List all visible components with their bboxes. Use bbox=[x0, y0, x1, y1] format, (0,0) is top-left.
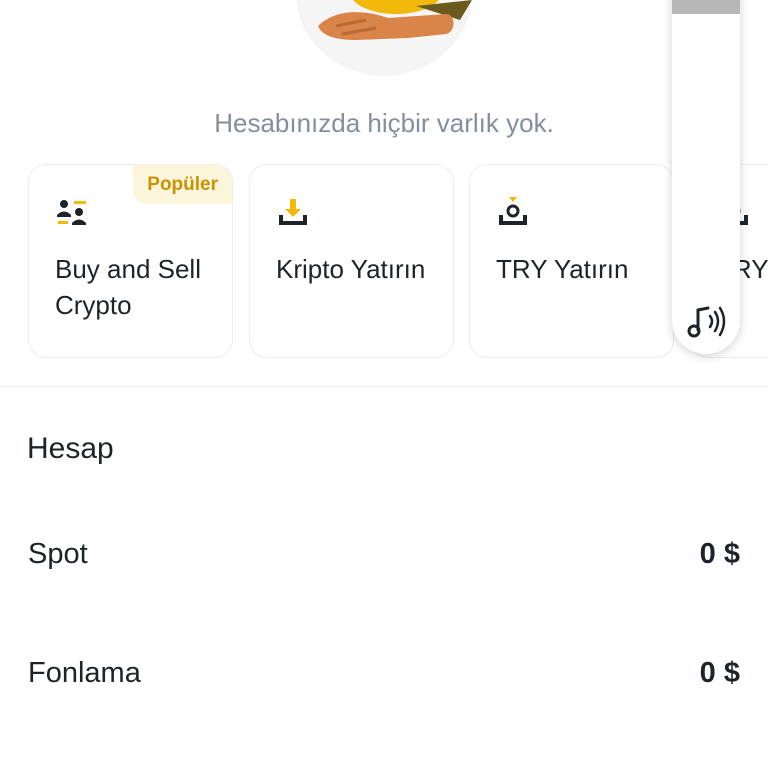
card-label: Buy and Sell Crypto bbox=[55, 254, 201, 320]
empty-state-message: Hesabınızda hiçbir varlık yok. bbox=[214, 108, 554, 138]
card-label: Kripto Yatırın bbox=[276, 254, 426, 284]
account-name: Fonlama bbox=[28, 657, 141, 689]
download-tray-icon bbox=[279, 199, 307, 225]
popular-badge: Popüler bbox=[133, 165, 232, 204]
sound-wave-icon[interactable] bbox=[684, 302, 728, 342]
card-buy-sell-crypto[interactable]: Popüler Buy and Sell Crypto bbox=[28, 164, 233, 358]
account-balance: 0 $ bbox=[699, 657, 740, 689]
empty-state-illustration bbox=[296, 0, 472, 76]
panel-handle[interactable] bbox=[672, 0, 740, 14]
account-row-spot[interactable]: Spot 0 $ bbox=[0, 530, 768, 580]
card-label: TRY Yatırın bbox=[496, 254, 629, 284]
deposit-fiat-icon bbox=[499, 197, 527, 225]
floating-sound-panel[interactable] bbox=[672, 0, 740, 354]
account-row-funding[interactable]: Fonlama 0 $ bbox=[0, 649, 768, 699]
card-deposit-try[interactable]: TRY Yatırın bbox=[469, 164, 674, 358]
account-balance: 0 $ bbox=[699, 538, 740, 570]
users-exchange-icon bbox=[57, 200, 86, 225]
card-deposit-crypto[interactable]: Kripto Yatırın bbox=[249, 164, 454, 358]
action-cards-row: Popüler Buy and Sell Crypto Kripto Yatır… bbox=[0, 164, 768, 358]
account-name: Spot bbox=[28, 538, 88, 570]
account-section-title: Hesap bbox=[27, 432, 114, 465]
section-divider bbox=[0, 386, 768, 387]
